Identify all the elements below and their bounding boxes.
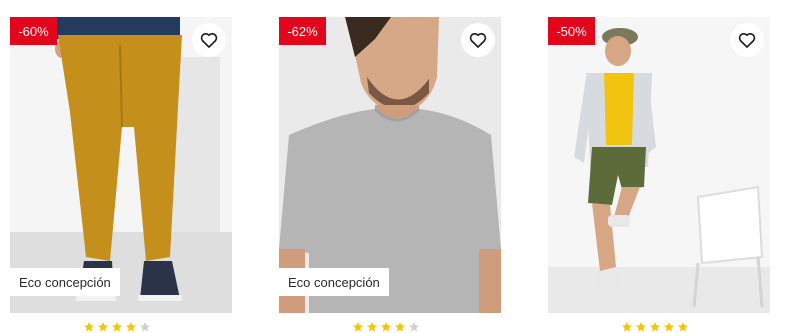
rating-stars — [352, 321, 420, 333]
star-filled-icon — [112, 322, 122, 332]
star-filled-icon — [678, 322, 688, 332]
discount-badge: -62% — [279, 17, 326, 45]
product-card[interactable]: -50% — [548, 17, 770, 313]
star-filled-icon — [98, 322, 108, 332]
heart-outline-icon — [469, 32, 487, 48]
discount-badge: -60% — [10, 17, 57, 45]
star-filled-icon — [650, 322, 660, 332]
product-image[interactable] — [548, 17, 770, 313]
product-photo-shorts — [548, 17, 770, 313]
heart-outline-icon — [738, 32, 756, 48]
favorite-button[interactable] — [461, 23, 495, 57]
star-empty-icon — [409, 322, 419, 332]
product-card[interactable]: -60% Eco concepción — [10, 17, 232, 313]
rating-stars — [83, 321, 151, 333]
star-filled-icon — [126, 322, 136, 332]
star-filled-icon — [622, 322, 632, 332]
star-empty-icon — [140, 322, 150, 332]
star-filled-icon — [84, 322, 94, 332]
favorite-button[interactable] — [730, 23, 764, 57]
eco-concept-tag: Eco concepción — [279, 268, 389, 296]
discount-badge: -50% — [548, 17, 595, 45]
star-filled-icon — [367, 322, 377, 332]
star-filled-icon — [664, 322, 674, 332]
star-filled-icon — [381, 322, 391, 332]
product-card[interactable]: -62% Eco concepción — [279, 17, 501, 313]
star-filled-icon — [395, 322, 405, 332]
star-filled-icon — [636, 322, 646, 332]
eco-concept-tag: Eco concepción — [10, 268, 120, 296]
star-filled-icon — [353, 322, 363, 332]
rating-stars — [621, 321, 689, 333]
heart-outline-icon — [200, 32, 218, 48]
favorite-button[interactable] — [192, 23, 226, 57]
